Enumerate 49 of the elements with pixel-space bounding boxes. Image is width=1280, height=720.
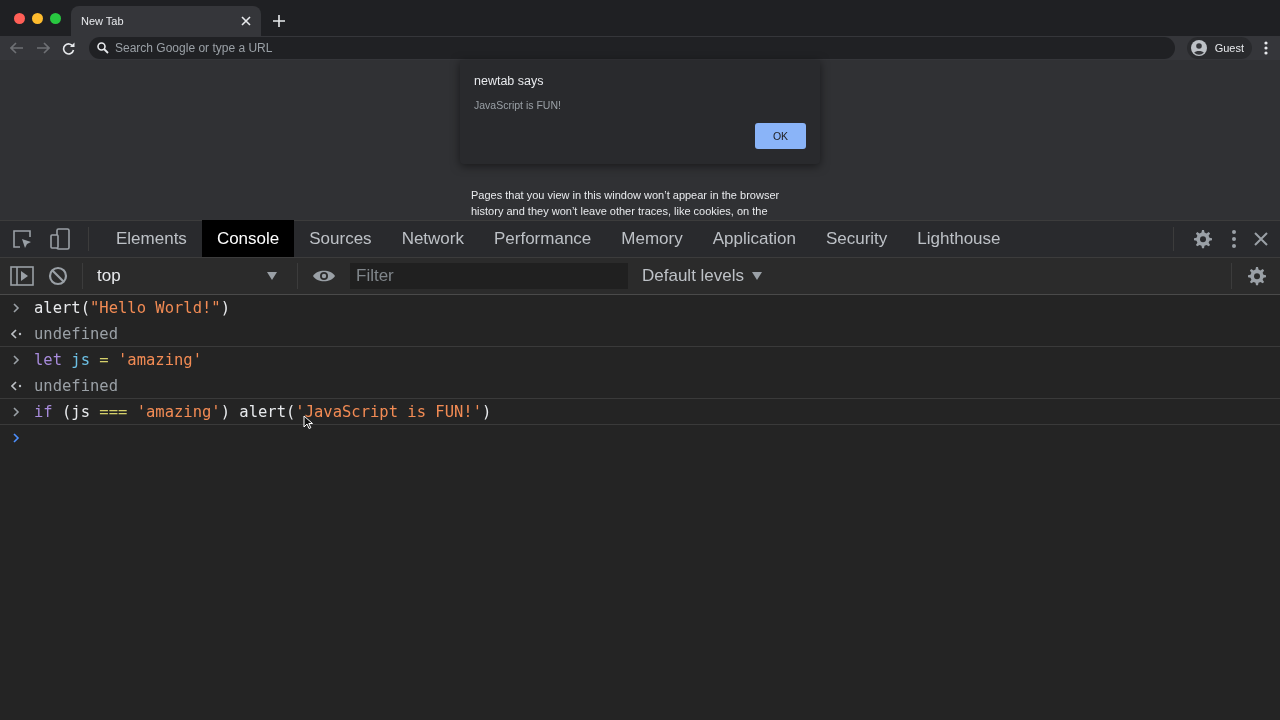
devtools-tab[interactable]: Performance (479, 220, 607, 257)
more-icon[interactable] (1232, 230, 1236, 248)
forward-icon[interactable] (36, 42, 50, 54)
result-text: undefined (34, 324, 118, 343)
dropdown-icon (752, 272, 763, 280)
result-arrow-icon (11, 328, 23, 339)
code-line: let js = 'amazing' (34, 351, 202, 369)
devtools-tab[interactable]: Memory (606, 220, 698, 257)
devtools-tab[interactable]: Network (386, 220, 479, 257)
result-text: undefined (34, 376, 118, 395)
devtools-tab[interactable]: Security (810, 220, 903, 257)
dropdown-icon (267, 272, 277, 280)
settings-icon[interactable] (1192, 228, 1214, 250)
browser-tab[interactable]: New Tab (71, 6, 261, 36)
dialog-message: JavaScript is FUN! (474, 99, 562, 111)
clear-icon[interactable] (48, 266, 68, 286)
profile-button[interactable]: Guest (1186, 37, 1252, 59)
settings-icon[interactable] (1246, 265, 1268, 287)
inspect-icon[interactable] (12, 229, 32, 249)
devtools-tab[interactable]: Application (697, 220, 811, 257)
reload-icon[interactable] (62, 41, 75, 55)
ok-button[interactable]: OK (755, 123, 806, 149)
paragraph-line: Pages that you view in this window won’t appear in the browser (471, 188, 781, 203)
plus-icon[interactable] (273, 15, 285, 27)
devtools-tab[interactable]: Lighthouse (902, 220, 1016, 257)
address-bar[interactable]: Search Google or type a URL (89, 37, 1175, 59)
tab-title: New Tab (81, 15, 125, 27)
search-icon (97, 42, 109, 54)
avatar-icon (1190, 40, 1207, 56)
menu-icon[interactable] (1264, 41, 1268, 55)
paragraph-line: history and they won’t leave other traces, like cookies, on the (471, 204, 769, 219)
devtools-tab[interactable]: Sources (294, 220, 387, 257)
back-icon[interactable] (10, 42, 24, 54)
devtools-tab[interactable]: Elements (101, 220, 202, 257)
eye-icon[interactable] (312, 268, 336, 284)
close-icon[interactable] (1254, 232, 1268, 246)
levels-dropdown[interactable]: Default levels (642, 266, 763, 286)
context-dropdown[interactable]: top (97, 266, 283, 286)
device-icon[interactable] (50, 228, 70, 250)
devtools-tab[interactable]: Console (201, 220, 295, 257)
minimize-dot[interactable] (32, 12, 43, 24)
result-arrow-icon (11, 380, 23, 391)
close-dot[interactable] (14, 12, 25, 24)
zoom-dot[interactable] (50, 12, 61, 24)
code-line: if (js === 'amazing') alert('JavaScript is FUN!') (34, 402, 492, 421)
code-line: alert("Hello World!") (34, 299, 230, 317)
dialog-title: newtab says (474, 74, 545, 88)
sidebar-icon[interactable] (10, 266, 34, 286)
filter-field[interactable]: Filter (350, 263, 628, 289)
